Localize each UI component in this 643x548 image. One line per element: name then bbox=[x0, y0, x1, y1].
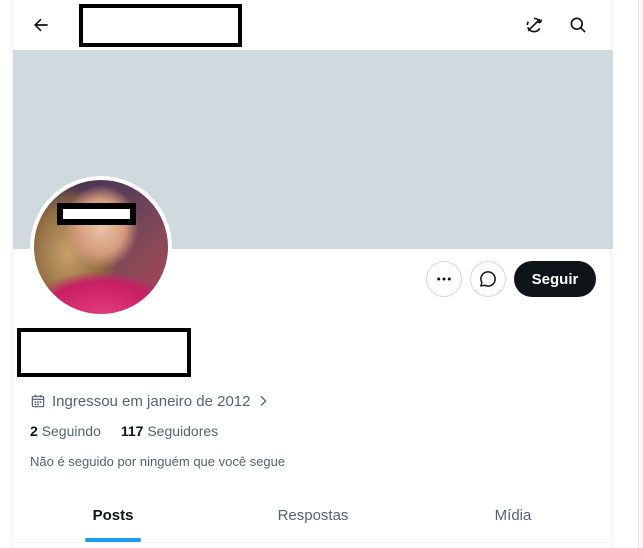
profile-title-redacted bbox=[79, 4, 242, 47]
avatar-image bbox=[34, 180, 168, 314]
display-name-redacted bbox=[17, 328, 191, 377]
avatar[interactable] bbox=[30, 176, 172, 318]
search-icon bbox=[570, 17, 586, 33]
more-button[interactable] bbox=[426, 261, 462, 297]
followers-count: 117 bbox=[120, 423, 144, 439]
tab-posts[interactable]: Posts bbox=[13, 488, 213, 542]
followers-label: Seguidores bbox=[147, 423, 219, 439]
tab-replies[interactable]: Respostas bbox=[213, 488, 413, 542]
arrow-left-icon bbox=[34, 18, 48, 32]
page: Seguir Ingressou em janeiro de 2012 2 Se… bbox=[0, 0, 643, 548]
message-icon bbox=[480, 271, 496, 287]
avatar-redaction bbox=[57, 203, 136, 225]
active-tab-indicator bbox=[85, 538, 141, 542]
follow-stats: 2 Seguindo 117 Seguidores bbox=[30, 423, 218, 443]
tab-media[interactable]: Mídia bbox=[413, 488, 613, 542]
tab-label: Respostas bbox=[277, 506, 349, 524]
calendar-icon bbox=[31, 395, 45, 408]
follow-button[interactable]: Seguir bbox=[514, 261, 596, 297]
back-button[interactable] bbox=[25, 9, 57, 41]
more-horizontal-icon bbox=[437, 277, 451, 281]
search-button[interactable] bbox=[562, 9, 594, 41]
followers-link[interactable]: 117 Seguidores bbox=[121, 423, 218, 443]
right-panel-edge bbox=[638, 0, 643, 548]
top-bar bbox=[13, 0, 613, 50]
profile-column: Seguir Ingressou em janeiro de 2012 2 Se… bbox=[12, 0, 613, 548]
profile-tabs: Posts Respostas Mídia bbox=[13, 488, 613, 543]
following-link[interactable]: 2 Seguindo bbox=[30, 423, 101, 443]
chevron-right-icon[interactable] bbox=[256, 394, 270, 408]
following-count: 2 bbox=[30, 423, 38, 439]
joined-date: Ingressou em janeiro de 2012 bbox=[30, 390, 270, 412]
tab-label: Posts bbox=[92, 506, 134, 524]
sync-button[interactable] bbox=[518, 9, 550, 41]
followed-by-note: Não é seguido por ninguém que você segue bbox=[30, 454, 286, 469]
following-label: Seguindo bbox=[41, 423, 101, 439]
sync-off-icon bbox=[526, 17, 543, 33]
joined-text: Ingressou em janeiro de 2012 bbox=[52, 392, 251, 410]
tab-label: Mídia bbox=[494, 506, 532, 524]
message-button[interactable] bbox=[470, 261, 506, 297]
